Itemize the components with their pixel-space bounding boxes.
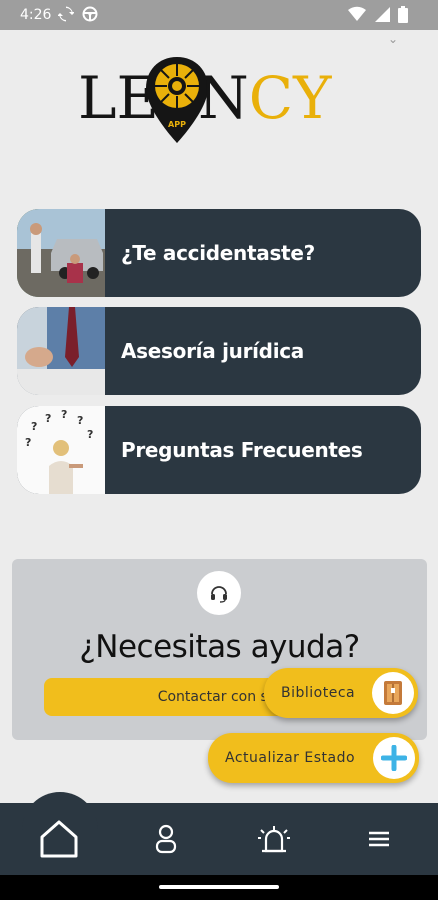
home-icon: [40, 820, 78, 858]
svg-text:?: ?: [45, 412, 51, 425]
svg-text:?: ?: [61, 408, 67, 421]
library-book-icon: [384, 681, 402, 705]
status-bar: 4:26: [0, 0, 438, 30]
nav-profile[interactable]: [141, 814, 191, 864]
svg-text:APP: APP: [168, 120, 186, 129]
menu-item-legal-advice-label: Asesoría jurídica: [121, 339, 305, 363]
faq-photo-icon: ??? ???: [17, 406, 105, 494]
svg-text:?: ?: [25, 436, 31, 449]
help-title: ¿Necesitas ayuda?: [79, 629, 360, 665]
nav-home[interactable]: [34, 814, 84, 864]
menu-item-accident[interactable]: ¿Te accidentaste?: [17, 209, 421, 297]
legal-advice-photo-icon: [17, 307, 105, 395]
update-status-fab-label: Actualizar Estado: [225, 750, 356, 766]
accident-photo-icon: [17, 209, 105, 297]
plus-icon-wrap: [373, 737, 415, 779]
library-fab-label: Biblioteca: [281, 685, 356, 701]
logo-text-n: N: [198, 64, 249, 132]
update-status-fab[interactable]: Actualizar Estado: [208, 733, 419, 783]
svg-text:?: ?: [87, 428, 93, 441]
svg-text:?: ?: [31, 420, 37, 433]
menu-item-faq-label: Preguntas Frecuentes: [121, 438, 363, 462]
nav-menu[interactable]: [354, 814, 404, 864]
profile-icon: [155, 824, 177, 854]
logo-text-cy: CY: [248, 64, 332, 132]
alarm-icon: [258, 826, 290, 853]
chevron-down-icon: ⌄: [387, 32, 398, 46]
menu-icon: [369, 831, 389, 847]
wifi-icon: [348, 6, 366, 22]
leoncy-logo: LE APP NCY: [78, 55, 368, 145]
battery-icon: [398, 6, 408, 23]
library-fab[interactable]: Biblioteca: [264, 668, 418, 718]
nav-alarm[interactable]: [249, 814, 299, 864]
menu-item-faq[interactable]: ??? ??? Preguntas Frecuentes: [17, 406, 421, 494]
home-gesture-handle[interactable]: [159, 885, 279, 889]
headset-icon: [211, 586, 227, 603]
plus-icon: [381, 745, 407, 771]
headset-icon-wrap: [197, 571, 241, 615]
status-time: 4:26: [20, 7, 52, 23]
svg-text:?: ?: [77, 414, 83, 427]
menu-item-legal-advice[interactable]: Asesoría jurídica: [17, 307, 421, 395]
signal-icon: [375, 7, 390, 22]
steering-wheel-icon: [82, 6, 98, 22]
sync-icon: [58, 6, 74, 22]
menu-item-accident-label: ¿Te accidentaste?: [121, 241, 315, 265]
library-book-icon-wrap: [372, 672, 414, 714]
